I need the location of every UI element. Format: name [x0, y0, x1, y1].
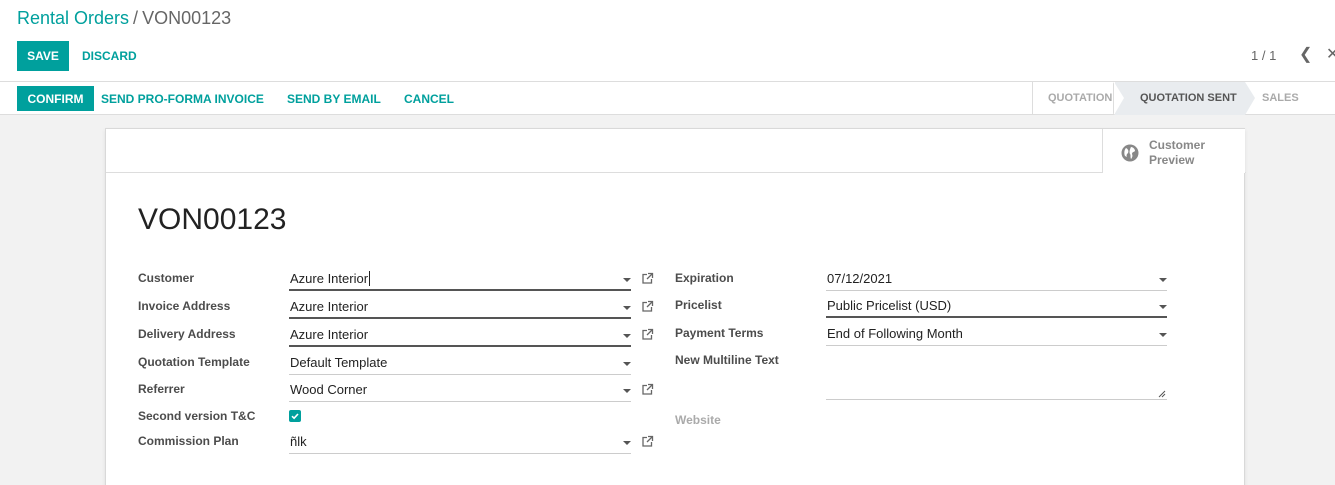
statusbar: CONFIRM SEND PRO-FORMA INVOICE SEND BY E… — [0, 82, 1335, 115]
breadcrumb-separator: / — [133, 8, 139, 28]
pricelist-label: Pricelist — [675, 298, 722, 312]
step-quotation-sent[interactable]: QUOTATION SENT — [1115, 82, 1245, 115]
pricelist-value: Public Pricelist (USD) — [827, 298, 952, 313]
cancel-button[interactable]: CANCEL — [404, 86, 454, 111]
caret-down-icon[interactable] — [623, 362, 631, 366]
breadcrumb-current: VON00123 — [142, 8, 232, 28]
step-active-arrow — [1245, 82, 1255, 115]
pager-next-icon[interactable]: ✕ — [1326, 44, 1335, 64]
caret-down-icon[interactable] — [1159, 333, 1167, 337]
second-version-checkbox[interactable] — [289, 410, 301, 422]
expiration-value: 07/12/2021 — [827, 271, 893, 286]
delivery-address-label: Delivery Address — [138, 327, 236, 341]
invoice-address-field[interactable]: Azure Interior — [289, 295, 631, 319]
commission-plan-label: Commission Plan — [138, 434, 239, 448]
pricelist-field[interactable]: Public Pricelist (USD) — [826, 294, 1167, 318]
multiline-text-label: New Multiline Text — [675, 353, 779, 367]
customer-preview-label: Customer Preview — [1149, 138, 1206, 167]
referrer-value: Wood Corner — [290, 382, 368, 397]
external-link-icon[interactable] — [641, 435, 654, 448]
breadcrumb-rental-orders-link[interactable]: Rental Orders — [17, 8, 129, 28]
invoice-address-value: Azure Interior — [290, 299, 369, 314]
pager-previous-icon[interactable]: ❮ — [1299, 44, 1312, 64]
save-button[interactable]: SAVE — [17, 41, 69, 71]
external-link-icon[interactable] — [641, 328, 654, 341]
customer-field[interactable]: Azure Interior — [289, 267, 631, 291]
delivery-address-field[interactable]: Azure Interior — [289, 323, 631, 347]
globe-icon — [1121, 144, 1139, 162]
external-link-icon[interactable] — [641, 383, 654, 396]
resize-handle-icon[interactable] — [1158, 390, 1166, 398]
breadcrumb: Rental Orders / VON00123 — [17, 8, 231, 29]
order-name-title: VON00123 — [138, 203, 287, 236]
referrer-field[interactable]: Wood Corner — [289, 378, 631, 402]
step-quotation-sent-label: QUOTATION SENT — [1140, 92, 1237, 104]
expiration-field[interactable]: 07/12/2021 — [826, 267, 1167, 291]
referrer-label: Referrer — [138, 382, 185, 396]
checkmark-icon — [291, 413, 299, 420]
commission-plan-value: ñlk — [290, 434, 307, 449]
confirm-button[interactable]: CONFIRM — [17, 86, 94, 111]
caret-down-icon[interactable] — [1159, 278, 1167, 282]
form-sheet: Customer Preview VON00123 Customer Invoi… — [105, 128, 1246, 485]
control-panel: Rental Orders / VON00123 SAVE DISCARD 1 / … — [0, 0, 1335, 82]
step-quotation[interactable]: QUOTATION — [1048, 82, 1112, 115]
customer-value: Azure Interior — [290, 271, 369, 286]
external-link-icon[interactable] — [641, 272, 654, 285]
caret-down-icon[interactable] — [623, 306, 631, 310]
payment-terms-field[interactable]: End of Following Month — [826, 322, 1167, 346]
expiration-label: Expiration — [675, 271, 734, 285]
caret-down-icon[interactable] — [1159, 305, 1167, 309]
quotation-template-field[interactable]: Default Template — [289, 351, 631, 375]
invoice-address-label: Invoice Address — [138, 299, 231, 313]
external-link-icon[interactable] — [641, 300, 654, 313]
website-label: Website — [675, 413, 721, 427]
quotation-template-label: Quotation Template — [138, 355, 250, 369]
status-steps: QUOTATION QUOTATION SENT SALES ORDER — [1032, 82, 1335, 115]
customer-label: Customer — [138, 271, 195, 285]
payment-terms-label: Payment Terms — [675, 326, 764, 340]
caret-down-icon[interactable] — [623, 389, 631, 393]
second-version-label: Second version T&C — [138, 409, 256, 423]
caret-down-icon[interactable] — [623, 441, 631, 445]
quotation-template-value: Default Template — [290, 355, 388, 370]
pager-value[interactable]: 1 / 1 — [1251, 48, 1276, 63]
commission-plan-field[interactable]: ñlk — [289, 430, 631, 454]
delivery-address-value: Azure Interior — [290, 327, 369, 342]
step-sales-order[interactable]: SALES ORDER — [1262, 82, 1335, 115]
send-proforma-invoice-button[interactable]: SEND PRO-FORMA INVOICE — [101, 86, 264, 111]
button-box: Customer Preview — [106, 129, 1246, 173]
caret-down-icon[interactable] — [623, 278, 631, 282]
multiline-text-field[interactable] — [826, 357, 1167, 400]
customer-preview-button[interactable]: Customer Preview — [1102, 129, 1245, 173]
discard-button[interactable]: DISCARD — [76, 41, 143, 71]
caret-down-icon[interactable] — [623, 334, 631, 338]
payment-terms-value: End of Following Month — [827, 326, 963, 341]
text-cursor — [369, 271, 371, 286]
send-by-email-button[interactable]: SEND BY EMAIL — [287, 86, 381, 111]
step-notch — [1114, 82, 1124, 115]
